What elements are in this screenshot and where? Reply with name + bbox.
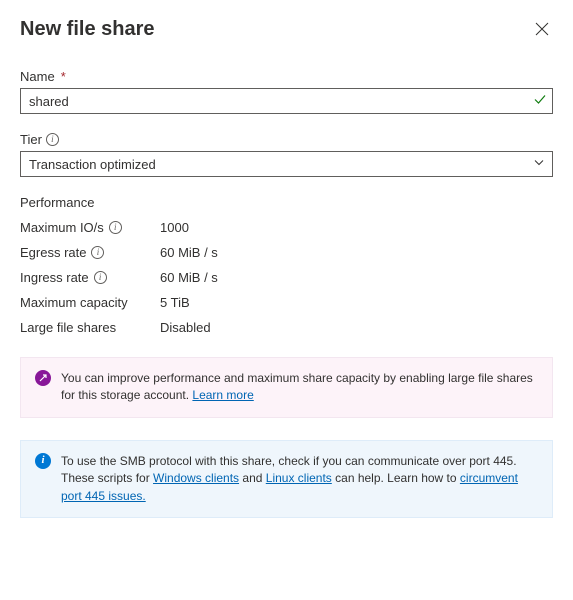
performance-row-value: 60 MiB / s <box>160 245 218 260</box>
performance-row-label: Large file shares <box>20 320 116 335</box>
performance-row-value: 1000 <box>160 220 189 235</box>
tier-dropdown[interactable]: Transaction optimized <box>20 151 553 177</box>
recommendation-icon <box>35 370 51 386</box>
page-title: New file share <box>20 18 155 41</box>
performance-row-value: 60 MiB / s <box>160 270 218 285</box>
tier-label: Tier <box>20 132 42 147</box>
name-input[interactable] <box>20 88 553 114</box>
close-icon <box>535 22 549 36</box>
info-icon[interactable]: i <box>46 133 59 146</box>
info-icon[interactable]: i <box>94 271 107 284</box>
recommendation-banner: You can improve performance and maximum … <box>20 357 553 418</box>
windows-clients-link[interactable]: Windows clients <box>153 471 239 485</box>
performance-row-value: Disabled <box>160 320 211 335</box>
info-banner: i To use the SMB protocol with this shar… <box>20 440 553 518</box>
linux-clients-link[interactable]: Linux clients <box>266 471 332 485</box>
info-icon[interactable]: i <box>109 221 122 234</box>
performance-row: Large file shares Disabled <box>20 320 553 335</box>
check-icon <box>533 93 547 110</box>
performance-row: Egress rate i 60 MiB / s <box>20 245 553 260</box>
name-label: Name <box>20 69 55 84</box>
info-text: and <box>239 471 266 485</box>
performance-row-label: Egress rate <box>20 245 86 260</box>
performance-row-label: Maximum IO/s <box>20 220 104 235</box>
required-indicator: * <box>61 69 66 84</box>
performance-heading: Performance <box>20 195 553 210</box>
performance-row: Ingress rate i 60 MiB / s <box>20 270 553 285</box>
performance-row: Maximum capacity 5 TiB <box>20 295 553 310</box>
performance-row-label: Ingress rate <box>20 270 89 285</box>
info-text: can help. Learn how to <box>332 471 460 485</box>
info-icon[interactable]: i <box>91 246 104 259</box>
performance-row-label: Maximum capacity <box>20 295 128 310</box>
tier-selected-value: Transaction optimized <box>29 157 156 172</box>
close-button[interactable] <box>531 18 553 40</box>
performance-row: Maximum IO/s i 1000 <box>20 220 553 235</box>
recommendation-text: You can improve performance and maximum … <box>61 371 533 402</box>
info-badge-icon: i <box>35 453 51 469</box>
learn-more-link[interactable]: Learn more <box>192 388 253 402</box>
performance-row-value: 5 TiB <box>160 295 190 310</box>
